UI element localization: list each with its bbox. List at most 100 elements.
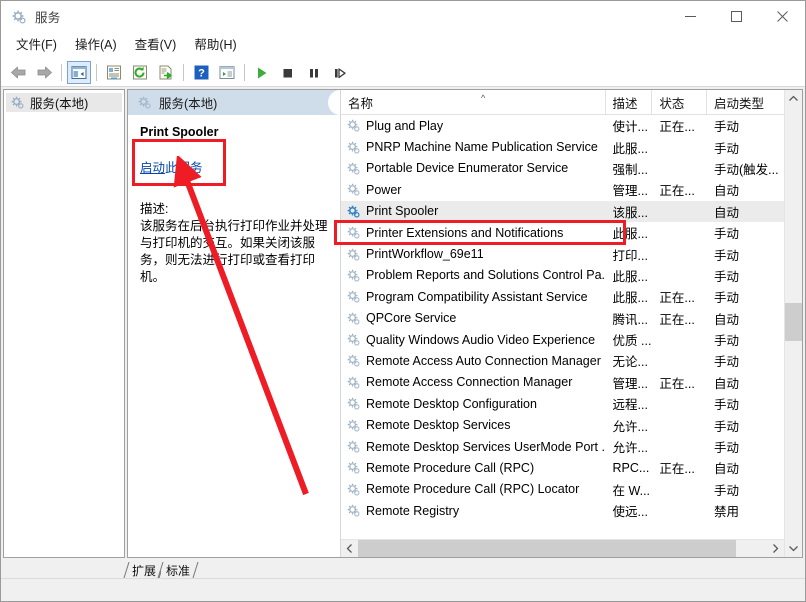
cell-description: 腾讯...	[606, 309, 653, 328]
help-icon[interactable]: ?	[189, 61, 213, 84]
cell-service-name: Remote Desktop Services	[341, 418, 606, 433]
cell-status: 正在...	[652, 287, 707, 306]
table-row[interactable]: Remote Procedure Call (RPC) Locator在 W..…	[341, 479, 784, 500]
menu-help[interactable]: 帮助(H)	[185, 34, 245, 56]
toolbar-separator	[61, 64, 62, 81]
description-label: 描述:	[140, 198, 328, 217]
table-row[interactable]: Remote Access Auto Connection Manager无论.…	[341, 350, 784, 371]
cell-status: 正在...	[652, 180, 707, 199]
column-header-description[interactable]: 描述	[606, 90, 653, 114]
minimize-button[interactable]	[667, 1, 713, 32]
close-button[interactable]	[759, 1, 805, 32]
restart-service-icon[interactable]	[328, 61, 352, 84]
vertical-scroll-thumb[interactable]	[785, 303, 802, 341]
menu-action[interactable]: 操作(A)	[66, 34, 126, 56]
cell-description: 此服...	[606, 138, 653, 157]
pause-service-icon[interactable]	[302, 61, 326, 84]
maximize-button[interactable]	[713, 1, 759, 32]
scroll-right-icon[interactable]	[767, 540, 784, 557]
cell-description: 允许...	[606, 437, 653, 456]
vertical-scrollbar[interactable]	[784, 90, 802, 557]
column-header-status[interactable]: 状态	[652, 90, 707, 114]
export-list-icon[interactable]	[154, 61, 178, 84]
start-service-link[interactable]: 启动此服务	[140, 157, 328, 176]
cell-description: 此服...	[606, 223, 653, 242]
tab-standard[interactable]: 标准	[161, 562, 195, 578]
column-header-startup-type[interactable]: 启动类型	[707, 90, 784, 114]
back-icon[interactable]	[6, 61, 30, 84]
main-body: 服务(本地)	[1, 87, 805, 560]
service-name-label: Remote Access Auto Connection Manager	[366, 354, 601, 368]
show-hide-tree-icon[interactable]	[67, 61, 91, 84]
cell-status: 正在...	[652, 458, 707, 477]
scroll-down-icon[interactable]	[785, 540, 802, 557]
service-gear-icon	[346, 289, 361, 304]
table-row[interactable]: Remote Desktop Configuration远程...手动	[341, 393, 784, 414]
table-row[interactable]: Power管理...正在...自动	[341, 179, 784, 200]
table-row[interactable]: PrintWorkflow_69e11打印...手动	[341, 243, 784, 264]
table-row[interactable]: Printer Extensions and Notifications此服..…	[341, 222, 784, 243]
tab-edge-left	[123, 562, 130, 578]
details-header-label: 服务(本地)	[159, 93, 217, 112]
cell-startup-type: 手动	[707, 266, 784, 285]
description-text: 该服务在后台执行打印作业并处理与打印机的交互。如果关闭该服务，则无法进行打印或查…	[140, 218, 328, 286]
forward-icon[interactable]	[32, 61, 56, 84]
cell-description: 此服...	[606, 266, 653, 285]
cell-startup-type: 手动	[707, 416, 784, 435]
table-row[interactable]: PNRP Machine Name Publication Service此服.…	[341, 136, 784, 157]
start-service-icon[interactable]	[250, 61, 274, 84]
table-row[interactable]: Portable Device Enumerator Service强制...手…	[341, 158, 784, 179]
cell-description: 允许...	[606, 416, 653, 435]
stop-service-icon[interactable]	[276, 61, 300, 84]
table-row[interactable]: Remote Desktop Services UserMode Port ..…	[341, 436, 784, 457]
menu-view[interactable]: 查看(V)	[126, 34, 186, 56]
table-row[interactable]: Problem Reports and Solutions Control Pa…	[341, 265, 784, 286]
refresh-icon[interactable]	[128, 61, 152, 84]
services-list-body[interactable]: Plug and Play使计...正在...手动PNRP Machine Na…	[341, 115, 784, 539]
tab-extended[interactable]: 扩展	[127, 562, 161, 578]
service-name-label: Remote Desktop Services UserMode Port ..…	[366, 440, 606, 454]
scroll-left-icon[interactable]	[341, 540, 358, 557]
table-row[interactable]: Remote Procedure Call (RPC)RPC...正在...自动	[341, 457, 784, 478]
cell-description: 管理...	[606, 180, 653, 199]
cell-startup-type: 手动	[707, 223, 784, 242]
table-row[interactable]: Remote Registry使远...禁用	[341, 500, 784, 521]
cell-startup-type: 自动	[707, 180, 784, 199]
cell-description: 远程...	[606, 394, 653, 413]
table-row[interactable]: Remote Access Connection Manager管理...正在.…	[341, 372, 784, 393]
cell-description: 该服...	[606, 202, 653, 221]
table-row[interactable]: Print Spooler该服...自动	[341, 201, 784, 222]
view-tabs: 扩展 标准	[1, 560, 805, 578]
cell-service-name: Printer Extensions and Notifications	[341, 225, 606, 240]
cell-service-name: Quality Windows Audio Video Experience	[341, 332, 606, 347]
tree-item-services-local[interactable]: 服务(本地)	[6, 93, 122, 112]
horizontal-scroll-thumb[interactable]	[358, 540, 736, 557]
cell-startup-type: 手动	[707, 245, 784, 264]
horizontal-scroll-track[interactable]	[358, 540, 767, 557]
cell-startup-type: 自动	[707, 458, 784, 477]
properties-icon[interactable]	[102, 61, 126, 84]
table-row[interactable]: Remote Desktop Services允许... 手动	[341, 414, 784, 435]
scroll-up-icon[interactable]	[785, 90, 802, 107]
cell-service-name: Problem Reports and Solutions Control Pa…	[341, 268, 606, 283]
table-row[interactable]: QPCore Service腾讯...正在...自动	[341, 308, 784, 329]
cell-startup-type: 禁用	[707, 501, 784, 520]
column-header-name[interactable]: 名称 ^	[341, 90, 606, 114]
horizontal-scrollbar[interactable]	[341, 539, 784, 557]
cell-description: 在 W...	[606, 480, 653, 499]
window-title: 服务	[35, 7, 61, 26]
column-header-name-label: 名称	[348, 93, 373, 112]
table-row[interactable]: Plug and Play使计...正在...手动	[341, 115, 784, 136]
console-view-icon[interactable]	[215, 61, 239, 84]
services-window: 服务 文件(F) 操作(A) 查看(V) 帮助(H)	[0, 0, 806, 602]
cell-description: 打印...	[606, 245, 653, 264]
cell-startup-type: 手动	[707, 351, 784, 370]
vertical-scroll-track[interactable]	[785, 107, 802, 540]
services-gear-icon	[11, 9, 27, 25]
service-gear-icon	[346, 247, 361, 262]
table-row[interactable]: Program Compatibility Assistant Service此…	[341, 286, 784, 307]
cell-startup-type: 自动	[707, 373, 784, 392]
cell-service-name: Remote Procedure Call (RPC) Locator	[341, 482, 606, 497]
menu-file[interactable]: 文件(F)	[7, 34, 66, 56]
table-row[interactable]: Quality Windows Audio Video Experience优质…	[341, 329, 784, 350]
